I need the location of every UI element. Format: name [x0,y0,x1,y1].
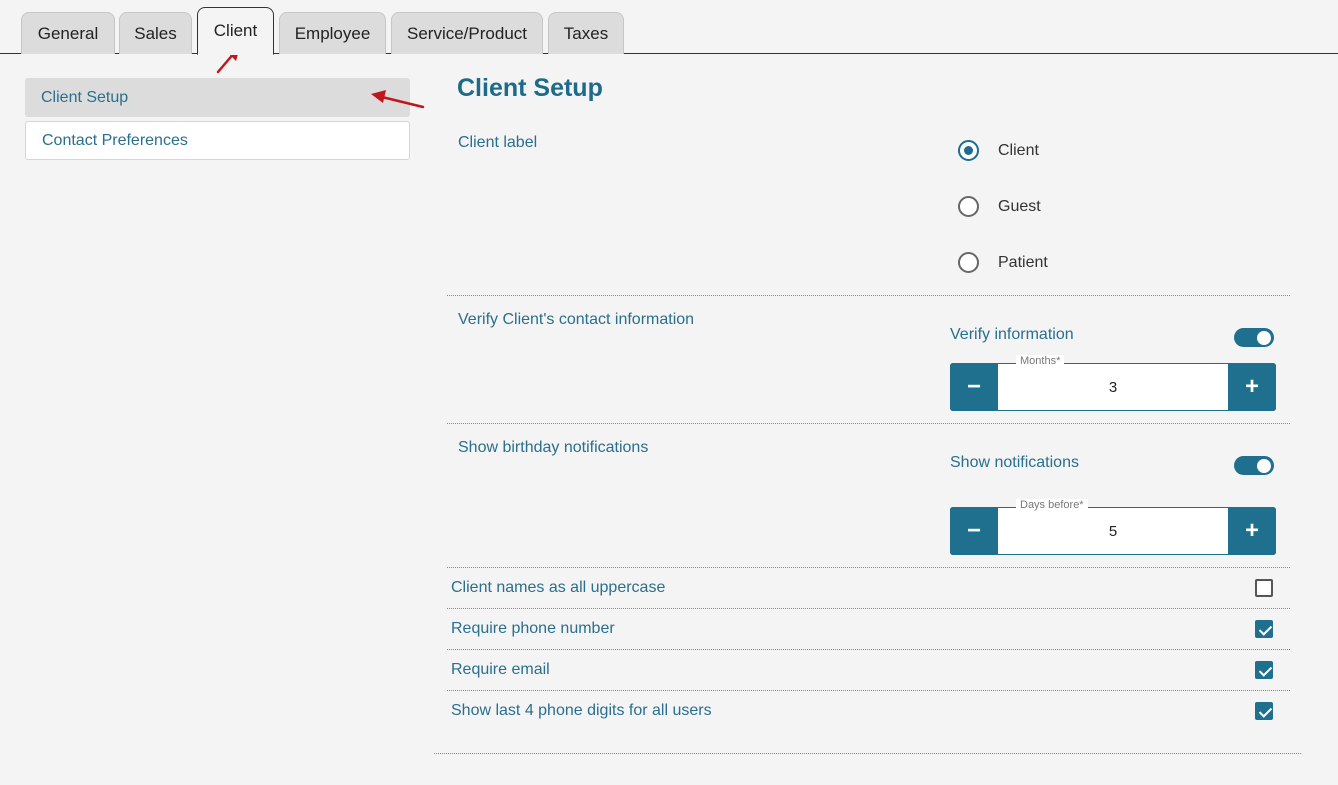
tab-bar: General Sales Client Employee Service/Pr… [0,0,1338,55]
section-divider [447,295,1290,296]
row-divider [447,608,1290,609]
days-decrement-button[interactable]: − [950,507,998,555]
radio-client-button[interactable] [958,140,979,161]
days-before-field-label: Days before* [1016,499,1088,511]
show-last-digits-checkbox[interactable] [1255,702,1273,720]
months-input[interactable]: 3 [998,364,1228,410]
require-email-checkbox[interactable] [1255,661,1273,679]
row-divider [447,690,1290,691]
birthday-notifications-heading: Show birthday notifications [458,439,649,456]
radio-client-label: Client [998,141,1039,159]
show-last-digits-label: Show last 4 phone digits for all users [451,702,712,719]
days-before-stepper: − 5 Days before* + [950,499,1276,555]
radio-guest[interactable]: Guest [958,196,1041,217]
annotation-arrow-icon [371,90,425,109]
tab-general[interactable]: General [21,12,115,54]
tab-service-product[interactable]: Service/Product [391,12,543,54]
days-increment-button[interactable]: + [1228,507,1276,555]
verify-contact-heading: Verify Client's contact information [458,311,695,328]
sidebar-item-client-setup[interactable]: Client Setup [25,78,410,117]
radio-client[interactable]: Client [958,140,1039,161]
verify-information-toggle[interactable] [1234,328,1274,347]
days-before-input[interactable]: 5 [998,508,1228,554]
months-decrement-button[interactable]: − [950,363,998,411]
verify-information-label: Verify information [950,326,1074,343]
tab-client[interactable]: Client [197,7,274,55]
radio-patient[interactable]: Patient [958,252,1048,273]
page-title: Client Setup [457,74,603,102]
section-divider [447,423,1290,424]
require-phone-label: Require phone number [451,620,615,637]
section-divider [447,567,1290,568]
require-phone-checkbox[interactable] [1255,620,1273,638]
tab-taxes[interactable]: Taxes [548,12,624,54]
uppercase-names-checkbox[interactable] [1255,579,1273,597]
client-label-heading: Client label [458,134,538,151]
show-notifications-label: Show notifications [950,454,1079,471]
require-email-label: Require email [451,661,550,678]
uppercase-names-label: Client names as all uppercase [451,579,666,596]
tab-employee[interactable]: Employee [279,12,386,54]
months-stepper: − 3 Months* + [950,355,1276,411]
tab-sales[interactable]: Sales [119,12,192,54]
months-field-label: Months* [1016,355,1065,367]
radio-patient-label: Patient [998,253,1048,271]
months-increment-button[interactable]: + [1228,363,1276,411]
row-divider [447,649,1290,650]
radio-patient-button[interactable] [958,252,979,273]
show-notifications-toggle[interactable] [1234,456,1274,475]
radio-guest-label: Guest [998,197,1041,215]
sidebar-item-contact-preferences[interactable]: Contact Preferences [25,121,410,160]
section-divider [434,753,1301,754]
radio-guest-button[interactable] [958,196,979,217]
